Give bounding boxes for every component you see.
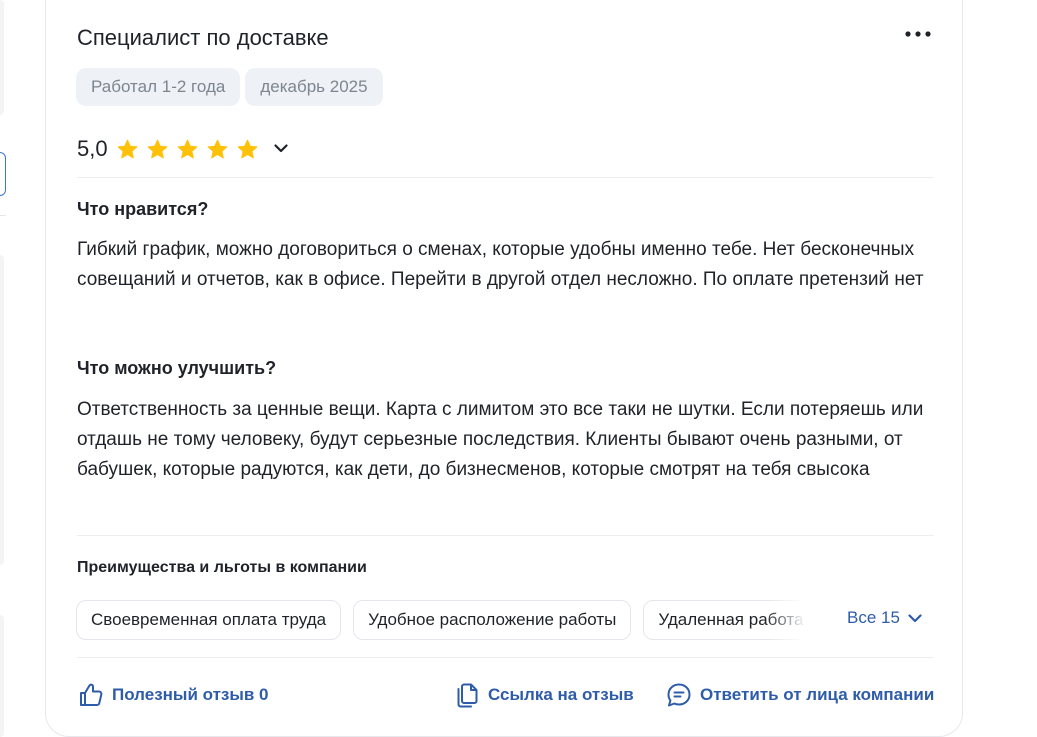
- useful-review-button[interactable]: Полезный отзыв 0: [78, 681, 269, 709]
- side-panel-fragment-3: [0, 615, 4, 737]
- page: Специалист по доставке Работал 1-2 года …: [0, 0, 1037, 737]
- company-reply-label: Ответить от лица компании: [700, 685, 935, 704]
- likes-heading: Что нравится?: [77, 199, 209, 219]
- useful-review-label: Полезный отзыв 0: [112, 685, 269, 704]
- all-benefits-label: Все 15: [847, 608, 900, 627]
- more-horizontal-icon: [905, 31, 931, 37]
- benefit-chips: Своевременная оплата труда Удобное распо…: [76, 600, 816, 640]
- side-input-fragment[interactable]: [0, 152, 6, 196]
- copy-link-icon: [456, 682, 480, 708]
- rating-value: 5,0: [77, 136, 108, 161]
- benefit-chip[interactable]: Удаленная работа: [643, 600, 816, 640]
- review-date-chip: декабрь 2025: [245, 68, 383, 106]
- review-meta: Работал 1-2 года декабрь 2025: [76, 68, 383, 106]
- star-icon: [116, 138, 139, 161]
- more-options-button[interactable]: [900, 22, 936, 46]
- benefit-chip[interactable]: Своевременная оплата труда: [76, 600, 342, 640]
- company-reply-button[interactable]: Ответить от лица компании: [666, 681, 934, 709]
- divider: [77, 657, 934, 658]
- likes-text: Гибкий график, можно договориться о смен…: [77, 239, 924, 290]
- improve-heading: Что можно улучшить?: [77, 358, 277, 378]
- side-panel-fragment: [0, 0, 4, 115]
- review-title: Специалист по доставке: [77, 25, 329, 50]
- improve-text: Ответственность за ценные вещи. Карта с …: [77, 399, 924, 480]
- benefits-heading: Преимущества и льготы в компании: [77, 559, 367, 576]
- star-icon: [206, 138, 229, 161]
- side-divider-fragment: [0, 215, 6, 216]
- divider: [77, 177, 934, 178]
- all-benefits-button[interactable]: Все 15: [847, 608, 922, 628]
- chevron-down-icon: [908, 608, 922, 628]
- review-link-label: Ссылка на отзыв: [488, 685, 634, 704]
- divider: [77, 535, 934, 536]
- star-icon: [176, 138, 199, 161]
- thumbs-up-icon: [78, 682, 104, 708]
- chat-bubble-icon: [666, 682, 692, 708]
- chevron-down-icon: [273, 140, 288, 158]
- side-panel-fragment-2: [0, 255, 4, 565]
- work-duration-chip: Работал 1-2 года: [76, 68, 241, 106]
- review-link-button[interactable]: Ссылка на отзыв: [456, 681, 634, 709]
- star-icon: [146, 138, 169, 161]
- benefit-chip[interactable]: Удобное расположение работы: [353, 600, 632, 640]
- rating-row: 5,0: [77, 134, 291, 164]
- rating-stars: [116, 138, 259, 161]
- star-icon: [236, 138, 259, 161]
- rating-details-toggle[interactable]: [271, 139, 291, 159]
